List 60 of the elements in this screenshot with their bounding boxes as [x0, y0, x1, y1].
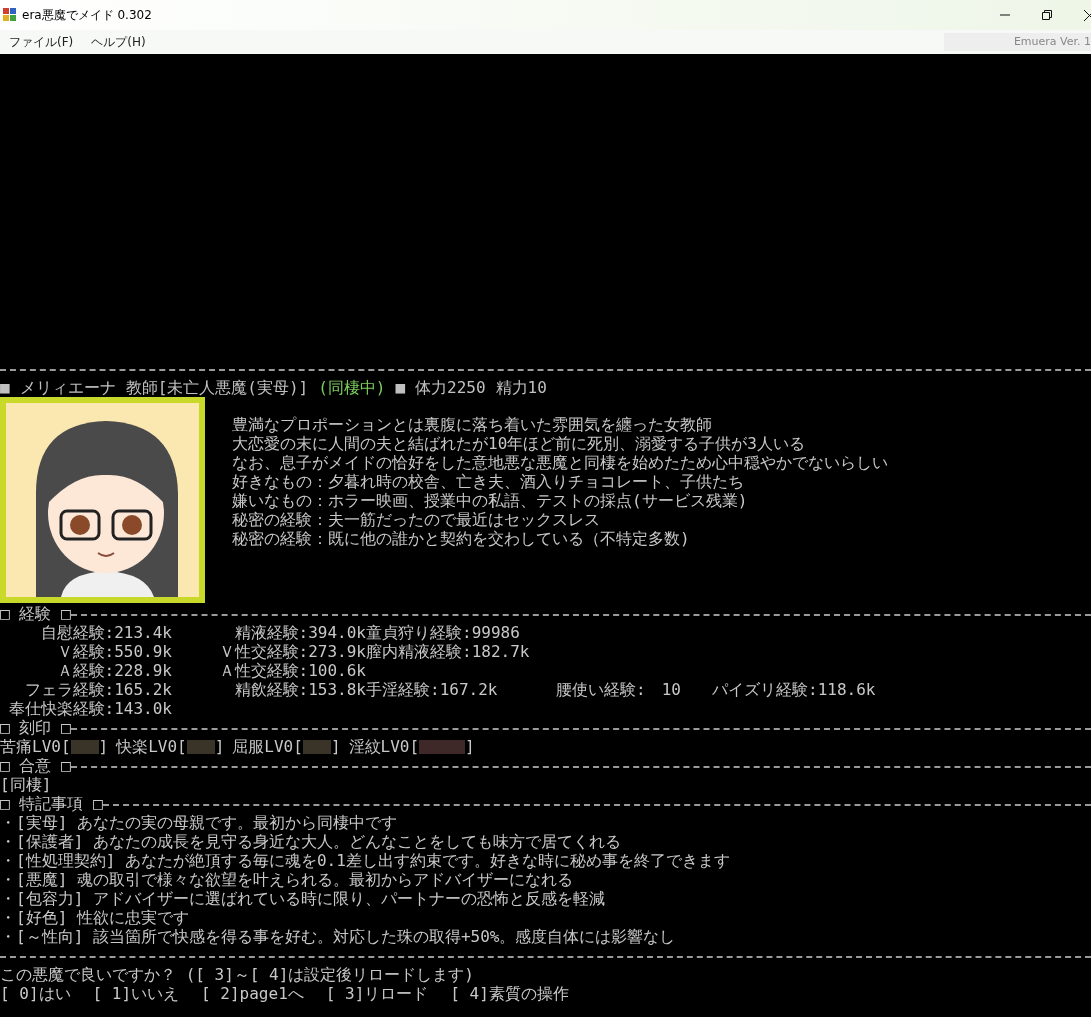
description-line: 豊満なプロポーションとは裏腹に落ち着いた雰囲気を纏った女教師 [232, 415, 713, 434]
experience-stat: 童貞狩り経験:99986 [366, 623, 521, 642]
experience-stat: パイズリ経験:118.6k [712, 680, 876, 699]
menu-item[interactable]: ヘルプ(H) [82, 30, 155, 54]
experience-stat: Ｖ性交経験:273.9k [217, 642, 366, 661]
menu-item[interactable]: ファイル(F) [0, 30, 83, 54]
app-icon [2, 7, 18, 23]
experience-stat: 膣内精液経験:182.7k [366, 642, 531, 661]
header-text: メリィエーナ [19, 378, 116, 397]
option-link[interactable]: [ 3]リロード [325, 984, 429, 1003]
mark-label: 快楽LV0[ [116, 737, 187, 756]
trait-line: ・[包容力] アドバイザーに選ばれている時に限り、パートナーの恐怖と反感を軽減 [0, 889, 606, 908]
mark-bracket: ] [98, 737, 109, 756]
experience-stat: 精飲経験:153.8k [233, 680, 366, 699]
trait-line: ・[性処理契約] あなたが絶頂する毎に魂を0.1差し出す約束です。好きな時に秘め事を終了できます [0, 851, 731, 870]
trait-line: ・[悪魔] 魂の取引で様々な欲望を叶えられる。最初からアドバイザーになれる [0, 870, 574, 889]
section-title: □ 経験 □ [0, 604, 71, 623]
mark-label: 淫紋LV0[ [348, 737, 420, 756]
trait-line: ・[好色] 性欲に忠実です [0, 908, 190, 927]
mark-bracket: ] [330, 737, 341, 756]
mark-label: 屈服LV0[ [232, 737, 303, 756]
trait-line: ・[～性向] 該当箇所で快感を得る事を好む。対応した珠の取得+50%。感度自体には影響なし [0, 927, 677, 946]
mark-label: 苦痛LV0[ [0, 737, 71, 756]
description-line: なお、息子がメイドの恰好をした意地悪な悪魔と同棲を始めたため心中穏やかでないらしい [232, 453, 888, 472]
version-label: Emuera Ver. 1 [943, 33, 1091, 51]
mark-bracket: ] [214, 737, 225, 756]
description-line: 大恋愛の末に人間の夫と結ばれたが10年ほど前に死別、溺愛する子供が3人いる [232, 434, 806, 453]
consent-item: [同棲] [0, 775, 53, 794]
description-line: 秘密の経験：既に他の誰かと契約を交わしている（不特定多数) [232, 529, 691, 548]
experience-stat: Ａ性交経験:100.6k [217, 661, 366, 680]
header-text: 教師[未亡人悪魔(実母)] [125, 378, 309, 397]
option-link[interactable]: [ 4]素質の操作 [450, 984, 569, 1003]
description-line: 好きなもの：夕暮れ時の校舎、亡き夫、酒入りチョコレート、子供たち [232, 472, 745, 491]
experience-stat: Ｖ経験:550.9k [55, 642, 172, 661]
experience-stat: Ａ経験:228.9k [55, 661, 172, 680]
window-title: era悪魔でメイド 0.302 [22, 7, 152, 24]
option-link[interactable]: [ 2]page1へ [201, 984, 304, 1003]
section-title: □ 特記事項 □ [0, 794, 103, 813]
experience-stat: 手淫経験:167.2k [366, 680, 499, 699]
experience-stat: フェラ経験:165.2k [23, 680, 172, 699]
description-line: 秘密の経験：夫一筋だったので最近はセックスレス [232, 510, 601, 529]
header-text: 精力10 [495, 378, 547, 397]
header-text: ■ [395, 378, 406, 397]
section-title: □ 刻印 □ [0, 718, 71, 737]
maximize-icon[interactable] [1041, 9, 1053, 21]
trait-line: ・[保護者] あなたの成長を見守る身近な大人。どんなことをしても味方で居てくれる [0, 832, 622, 851]
option-link[interactable]: [ 0]はい [0, 984, 71, 1003]
option-link[interactable]: [ 1]いいえ [92, 984, 180, 1003]
experience-stat: 腰使い経験: 10 [556, 680, 682, 699]
trait-line: ・[実母] あなたの実の母親です。最初から同棲中です [0, 813, 398, 832]
header-text: (同棲中) [318, 378, 386, 397]
mark-bracket: ] [465, 737, 475, 756]
experience-stat: 奉仕快楽経験:143.0k [7, 699, 172, 718]
description-line: 嫌いなもの：ホラー映画、授業中の私語、テストの採点(サービス残業) [232, 491, 749, 510]
header-text: ■ [0, 378, 10, 397]
experience-stat: 精液経験:394.0k [233, 623, 366, 642]
section-title: □ 合意 □ [0, 756, 71, 775]
experience-stat: 自慰経験:213.4k [39, 623, 172, 642]
header-text: 体力2250 [415, 378, 486, 397]
question-text: この悪魔で良いですか？ ([ 3]～[ 4]は設定後リロードします) [0, 965, 475, 984]
